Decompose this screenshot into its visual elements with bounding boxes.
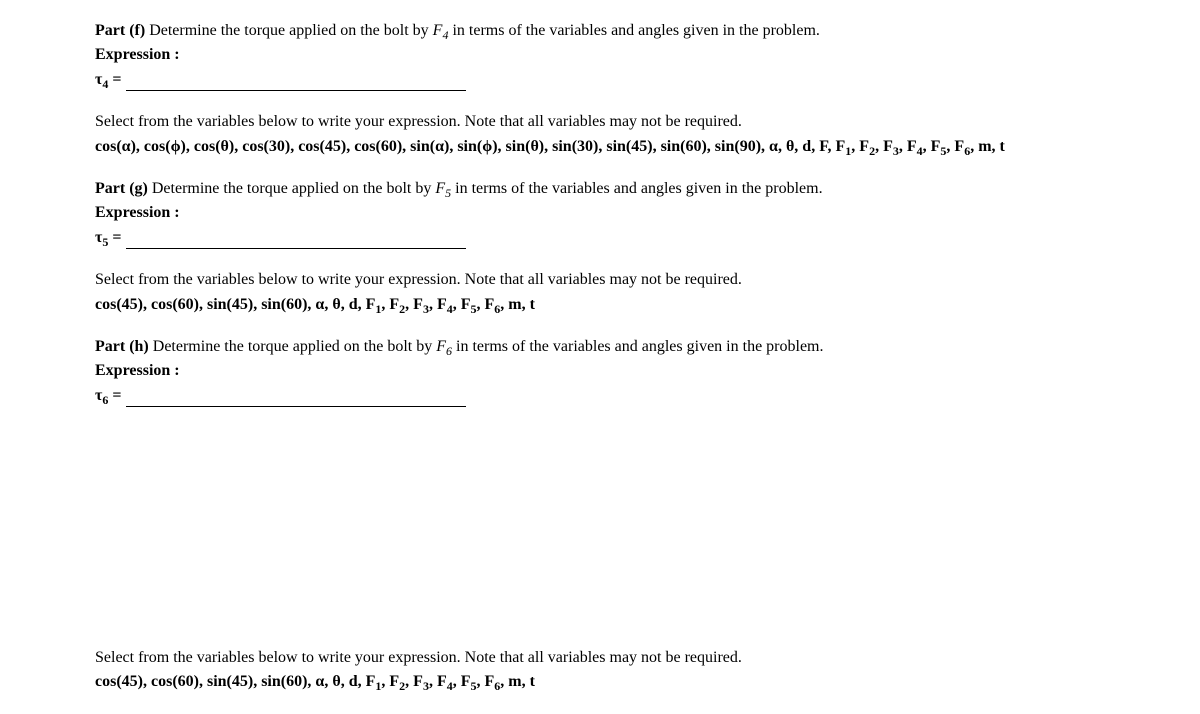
part-g-question: Part (g) Determine the torque applied on… (95, 178, 1120, 200)
variables-block-g: Select from the variables below to write… (95, 269, 1120, 316)
part-h-label: Part (h) (95, 338, 149, 355)
part-g-label: Part (g) (95, 180, 148, 197)
variable-list-f: cos(α), cos(ϕ), cos(θ), cos(30), cos(45)… (95, 136, 1120, 158)
part-f-force-var: F (433, 22, 443, 39)
select-note-h: Select from the variables below to write… (95, 647, 1120, 669)
part-g-answer-input[interactable] (126, 231, 466, 249)
part-f-expression-line: τ4 = (95, 69, 1120, 91)
part-h-text-before: Determine the torque applied on the bolt… (149, 338, 436, 355)
part-h-answer-input[interactable] (126, 389, 466, 407)
part-g: Part (g) Determine the torque applied on… (95, 178, 1120, 249)
select-note-f: Select from the variables below to write… (95, 111, 1120, 133)
part-f-tau: τ4 = (95, 69, 122, 91)
part-g-expression-label: Expression : (95, 202, 1120, 224)
variable-list-g: cos(45), cos(60), sin(45), sin(60), α, θ… (95, 294, 1120, 316)
variables-block-f: Select from the variables below to write… (95, 111, 1120, 158)
part-f: Part (f) Determine the torque applied on… (95, 20, 1120, 91)
part-f-text-after: in terms of the variables and angles giv… (448, 22, 819, 39)
part-g-tau: τ5 = (95, 227, 122, 249)
part-g-force-var: F (435, 180, 445, 197)
part-h-expression-label: Expression : (95, 360, 1120, 382)
part-f-text-before: Determine the torque applied on the bolt… (145, 22, 432, 39)
part-f-label: Part (f) (95, 22, 145, 39)
part-h: Part (h) Determine the torque applied on… (95, 336, 1120, 407)
part-h-expression-line: τ6 = (95, 385, 1120, 407)
part-h-question: Part (h) Determine the torque applied on… (95, 336, 1120, 358)
part-f-answer-input[interactable] (126, 73, 466, 91)
part-h-text-after: in terms of the variables and angles giv… (452, 338, 823, 355)
select-note-g: Select from the variables below to write… (95, 269, 1120, 291)
part-g-expression-line: τ5 = (95, 227, 1120, 249)
part-g-text-before: Determine the torque applied on the bolt… (148, 180, 435, 197)
part-h-force-var: F (436, 338, 446, 355)
variable-list-h: cos(45), cos(60), sin(45), sin(60), α, θ… (95, 671, 1120, 693)
part-f-expression-label: Expression : (95, 44, 1120, 66)
whitespace-gap (95, 427, 1120, 627)
variables-block-h: Select from the variables below to write… (95, 647, 1120, 694)
part-g-text-after: in terms of the variables and angles giv… (451, 180, 822, 197)
part-h-tau: τ6 = (95, 385, 122, 407)
part-f-question: Part (f) Determine the torque applied on… (95, 20, 1120, 42)
